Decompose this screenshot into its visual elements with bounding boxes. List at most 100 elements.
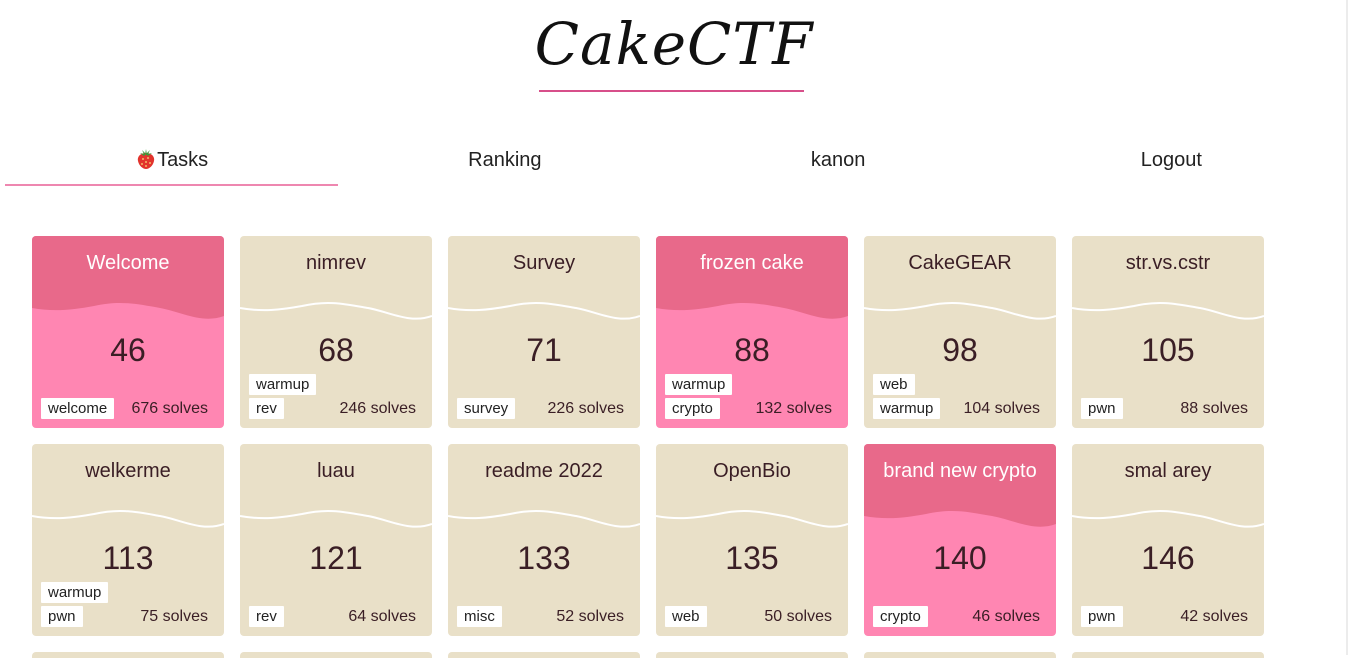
task-points: 121 bbox=[309, 540, 363, 576]
task-card[interactable]: Welcome 46 welcome 676 solves bbox=[32, 236, 224, 428]
card-wave-divider bbox=[1072, 301, 1264, 320]
task-card[interactable]: smal arey 146 pwn 42 solves bbox=[1072, 444, 1264, 636]
nav-tab-profile[interactable]: kanon bbox=[672, 140, 1005, 186]
card-wave-divider bbox=[32, 509, 224, 528]
task-tags: web bbox=[665, 606, 707, 627]
site-logo[interactable]: CakeCTF bbox=[0, 4, 1348, 84]
category-tag: web bbox=[873, 374, 915, 395]
task-card[interactable]: luau 121 rev 64 solves bbox=[240, 444, 432, 636]
task-card[interactable]: str.vs.cstr 105 pwn 88 solves bbox=[1072, 236, 1264, 428]
task-tags: warmup crypto bbox=[665, 374, 733, 419]
task-card-partial[interactable] bbox=[32, 652, 224, 658]
nav-tab-tasks[interactable]: Tasks bbox=[5, 140, 339, 186]
solve-count: 64 solves bbox=[348, 608, 416, 625]
nav-tab-logout[interactable]: Logout bbox=[1005, 140, 1338, 186]
solve-count: 50 solves bbox=[764, 608, 832, 625]
task-name: welkerme bbox=[85, 460, 171, 482]
task-card[interactable]: OpenBio 135 web 50 solves bbox=[656, 444, 848, 636]
task-name: frozen cake bbox=[700, 252, 804, 274]
category-tag: misc bbox=[457, 606, 502, 627]
card-wave-divider bbox=[32, 236, 224, 319]
task-points: 98 bbox=[942, 332, 978, 368]
task-tags: warmup pwn bbox=[41, 582, 109, 627]
task-card[interactable]: CakeGEAR 98 web warmup 104 solves bbox=[864, 236, 1056, 428]
category-tag: pwn bbox=[1081, 606, 1123, 627]
solve-count: 676 solves bbox=[131, 400, 209, 417]
solve-count: 42 solves bbox=[1180, 608, 1248, 625]
task-card[interactable]: brand new crypto 140 crypto 46 solves bbox=[864, 444, 1056, 636]
task-points: 135 bbox=[725, 540, 779, 576]
solve-count: 46 solves bbox=[972, 608, 1040, 625]
strawberry-icon bbox=[137, 149, 155, 169]
category-tag: pwn bbox=[41, 606, 83, 627]
card-wave-divider bbox=[864, 301, 1056, 320]
solve-count: 132 solves bbox=[755, 400, 833, 417]
task-name: brand new crypto bbox=[883, 460, 1037, 482]
task-tags: welcome bbox=[41, 398, 115, 419]
card-wave-divider bbox=[240, 509, 432, 528]
task-tags: web warmup bbox=[873, 374, 941, 419]
task-name: Survey bbox=[512, 252, 576, 274]
task-name: OpenBio bbox=[713, 460, 791, 482]
task-points: 146 bbox=[1141, 540, 1195, 576]
task-name: Welcome bbox=[86, 252, 170, 274]
nav-tab-ranking[interactable]: Ranking bbox=[338, 140, 671, 186]
card-wave-divider bbox=[864, 444, 1056, 527]
nav-tab-label: Ranking bbox=[468, 149, 542, 171]
task-points: 140 bbox=[933, 540, 987, 576]
category-tag: crypto bbox=[873, 606, 928, 627]
task-tags: pwn bbox=[1081, 606, 1123, 627]
solve-count: 246 solves bbox=[339, 400, 417, 417]
task-card[interactable]: nimrev 68 warmup rev 246 solves bbox=[240, 236, 432, 428]
task-name: smal arey bbox=[1124, 460, 1212, 482]
task-points: 133 bbox=[517, 540, 571, 576]
task-card-partial[interactable] bbox=[240, 652, 432, 658]
card-wave-divider bbox=[448, 509, 640, 528]
logo-underline bbox=[539, 90, 804, 92]
task-tags: pwn bbox=[1081, 398, 1123, 419]
category-tag: rev bbox=[249, 606, 284, 627]
category-tag: survey bbox=[457, 398, 516, 419]
solve-count: 75 solves bbox=[140, 608, 208, 625]
task-card[interactable]: frozen cake 88 warmup crypto 132 solves bbox=[656, 236, 848, 428]
task-name: luau bbox=[317, 460, 355, 482]
category-tag: rev bbox=[249, 398, 284, 419]
task-name: nimrev bbox=[305, 252, 366, 274]
category-tag: warmup bbox=[41, 582, 109, 603]
task-points: 46 bbox=[110, 332, 146, 368]
solve-count: 88 solves bbox=[1180, 400, 1248, 417]
task-points: 88 bbox=[734, 332, 770, 368]
task-tags: misc bbox=[457, 606, 502, 627]
main-nav: Tasks Ranking kanon Logout bbox=[5, 140, 1338, 186]
task-tags: rev bbox=[249, 606, 284, 627]
nav-tab-label: Logout bbox=[1140, 149, 1202, 171]
category-tag: web bbox=[665, 606, 707, 627]
task-tags: warmup rev bbox=[249, 374, 317, 419]
category-tag: warmup bbox=[665, 374, 733, 395]
card-wave-divider bbox=[240, 301, 432, 320]
card-wave-divider bbox=[656, 236, 848, 319]
task-card-partial[interactable] bbox=[864, 652, 1056, 658]
task-tags: crypto bbox=[873, 606, 928, 627]
nav-tab-label: kanon bbox=[810, 149, 866, 171]
card-wave-divider bbox=[1072, 509, 1264, 528]
task-points: 68 bbox=[318, 332, 354, 368]
task-points: 105 bbox=[1141, 332, 1195, 368]
card-wave-divider bbox=[656, 509, 848, 528]
category-tag: welcome bbox=[41, 398, 115, 419]
category-tag: warmup bbox=[873, 398, 941, 419]
task-points: 71 bbox=[526, 332, 562, 368]
solve-count: 226 solves bbox=[547, 400, 625, 417]
task-card[interactable]: welkerme 113 warmup pwn 75 solves bbox=[32, 444, 224, 636]
task-name: CakeGEAR bbox=[908, 252, 1012, 274]
task-tags: survey bbox=[457, 398, 516, 419]
category-tag: pwn bbox=[1081, 398, 1123, 419]
task-points: 113 bbox=[102, 540, 154, 576]
task-card-partial[interactable] bbox=[656, 652, 848, 658]
task-card[interactable]: readme 2022 133 misc 52 solves bbox=[448, 444, 640, 636]
task-card[interactable]: Survey 71 survey 226 solves bbox=[448, 236, 640, 428]
solve-count: 104 solves bbox=[963, 400, 1041, 417]
task-card-partial[interactable] bbox=[1072, 652, 1264, 658]
solve-count: 52 solves bbox=[556, 608, 624, 625]
task-card-partial[interactable] bbox=[448, 652, 640, 658]
